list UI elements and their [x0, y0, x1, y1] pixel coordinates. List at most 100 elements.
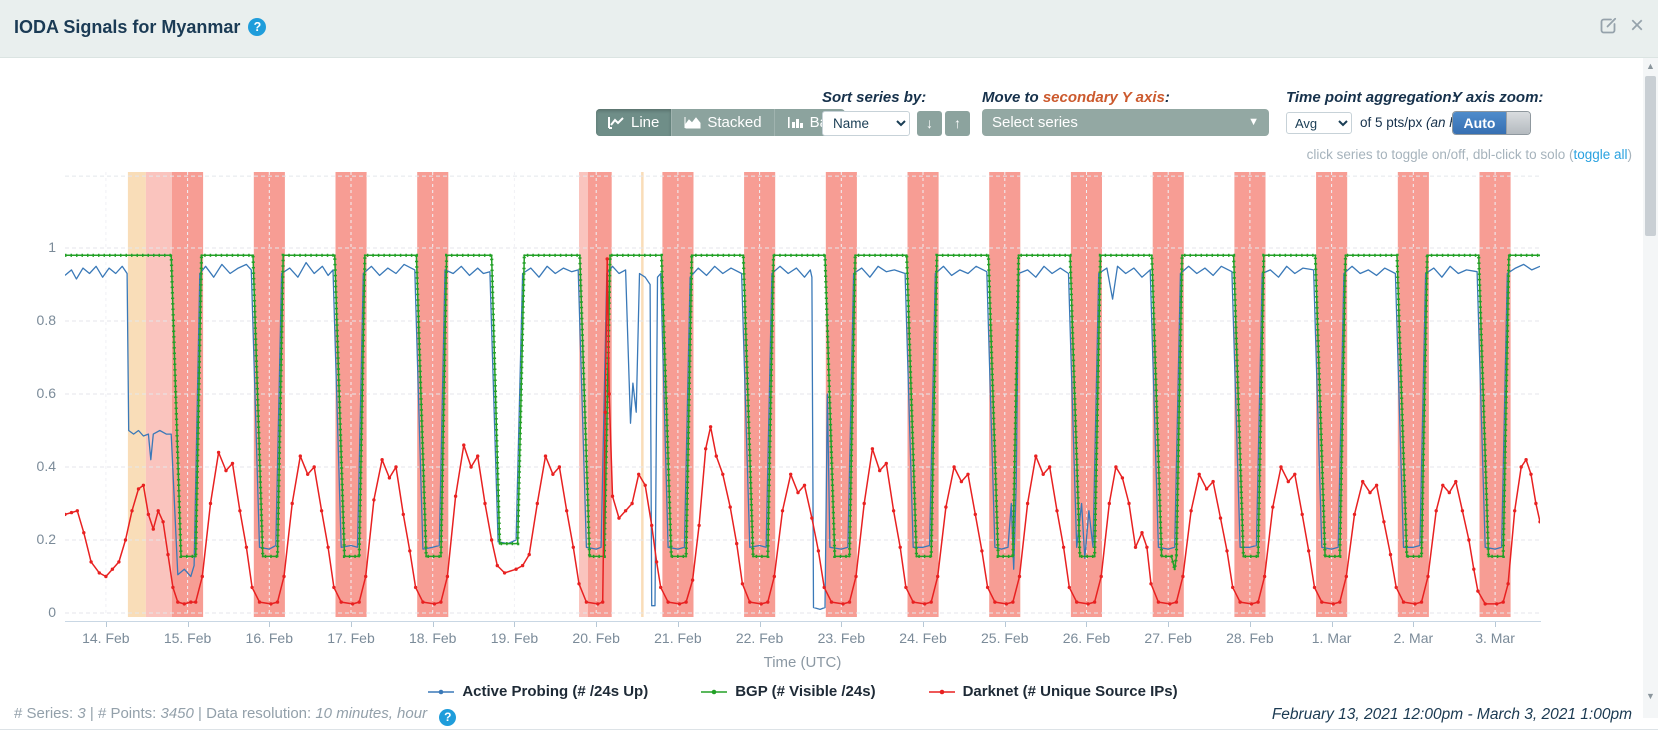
scrollbar-thumb[interactable]	[1645, 76, 1656, 236]
data-point-bgp	[334, 254, 336, 256]
data-point-bgp	[1233, 254, 1235, 256]
aggregation-select[interactable]: Avg	[1286, 112, 1352, 134]
data-point-darknet	[878, 469, 881, 472]
data-point-bgp	[415, 254, 417, 256]
data-point-bgp	[1344, 254, 1346, 256]
data-point-darknet	[161, 520, 164, 523]
select-series-dropdown[interactable]: Select series ▼	[982, 109, 1269, 136]
data-point-bgp	[1170, 555, 1172, 557]
data-point-bgp	[1181, 254, 1183, 256]
data-point-darknet	[1211, 480, 1214, 483]
data-point-darknet	[823, 586, 826, 589]
legend-item-darknet[interactable]: Darknet (# Unique Source IPs)	[928, 683, 1178, 700]
data-point-darknet	[76, 509, 79, 512]
data-point-darknet	[332, 586, 335, 589]
data-point-darknet	[803, 484, 806, 487]
edit-icon[interactable]	[1598, 16, 1618, 36]
data-point-darknet	[414, 586, 417, 589]
data-point-darknet	[152, 527, 155, 530]
data-point-darknet	[394, 465, 397, 468]
data-point-darknet	[892, 509, 895, 512]
y-axis-zoom-toggle[interactable]: Auto	[1452, 111, 1531, 135]
data-point-darknet	[209, 502, 212, 505]
data-point-darknet	[408, 549, 411, 552]
data-point-darknet	[572, 546, 575, 549]
data-point-bgp	[1339, 555, 1341, 557]
legend-marker-icon	[700, 687, 728, 697]
data-point-bgp	[343, 555, 345, 557]
data-point-darknet	[1168, 602, 1171, 605]
chart-type-line-button[interactable]: Line	[596, 109, 671, 136]
sort-series-select[interactable]: Name	[822, 111, 910, 136]
data-point-darknet	[810, 516, 813, 519]
data-point-darknet	[923, 602, 926, 605]
scrollbar-down-icon[interactable]: ▼	[1643, 688, 1658, 704]
data-point-darknet	[1263, 575, 1266, 578]
data-point-darknet	[1048, 465, 1051, 468]
data-point-bgp	[440, 555, 442, 557]
data-point-bgp	[685, 555, 687, 557]
data-point-darknet	[1320, 600, 1323, 603]
line-chart-icon	[608, 116, 625, 129]
data-point-darknet	[796, 491, 799, 494]
legend-label: Active Probing (# /24s Up)	[462, 683, 648, 700]
select-series-placeholder: Select series	[992, 114, 1078, 131]
data-point-darknet	[189, 600, 192, 603]
data-point-bgp	[1257, 555, 1259, 557]
data-point-darknet	[111, 568, 114, 571]
data-point-darknet	[936, 575, 939, 578]
data-point-darknet	[1534, 502, 1537, 505]
secondary-axis-label-suffix: :	[1165, 89, 1170, 106]
toggle-all-link[interactable]: toggle all	[1573, 147, 1627, 162]
data-point-darknet	[659, 586, 662, 589]
data-point-darknet	[258, 600, 261, 603]
y-tick-label: 0.6	[14, 385, 56, 401]
data-point-darknet	[299, 454, 302, 457]
stats-separator: |	[86, 705, 98, 722]
legend-item-active-probing[interactable]: Active Probing (# /24s Up)	[427, 683, 648, 700]
data-point-darknet	[166, 553, 169, 556]
signals-chart[interactable]	[65, 172, 1540, 617]
data-point-darknet	[306, 473, 309, 476]
data-point-darknet	[245, 546, 248, 549]
data-point-darknet	[183, 602, 186, 605]
data-point-bgp	[1420, 555, 1422, 557]
x-tick-mark	[1332, 622, 1333, 627]
data-point-darknet	[124, 538, 127, 541]
data-point-darknet	[551, 473, 554, 476]
data-point-bgp	[358, 555, 360, 557]
data-point-darknet	[1005, 602, 1008, 605]
vertical-scrollbar[interactable]: ▲ ▼	[1643, 58, 1658, 718]
data-point-bgp	[1099, 254, 1101, 256]
close-icon[interactable]: ×	[1630, 16, 1644, 36]
data-point-darknet	[358, 600, 361, 603]
data-point-darknet	[291, 502, 294, 505]
x-tick-mark	[1086, 622, 1087, 627]
resolution-help-icon[interactable]: ?	[439, 709, 456, 726]
data-point-darknet	[496, 564, 499, 567]
data-point-darknet	[276, 600, 279, 603]
legend-item-bgp[interactable]: BGP (# Visible /24s)	[700, 683, 875, 700]
data-point-bgp	[848, 555, 850, 557]
data-point-bgp	[195, 555, 197, 557]
data-point-darknet	[224, 469, 227, 472]
sort-ascending-button[interactable]: ↑	[945, 111, 970, 136]
data-point-darknet	[1026, 502, 1029, 505]
data-point-darknet	[899, 546, 902, 549]
ioda-signals-panel: IODA Signals for Myanmar? × Line Stacked	[0, 0, 1658, 735]
data-point-bgp	[499, 543, 501, 545]
x-axis-line	[65, 621, 1541, 622]
data-point-darknet	[766, 600, 769, 603]
data-point-bgp	[1151, 254, 1153, 256]
chart-type-stacked-button[interactable]: Stacked	[671, 109, 773, 136]
data-point-darknet	[439, 600, 442, 603]
data-point-darknet	[1205, 487, 1208, 490]
data-point-darknet	[364, 575, 367, 578]
data-point-darknet	[1231, 586, 1234, 589]
scrollbar-up-icon[interactable]: ▲	[1643, 58, 1658, 74]
title-help-icon[interactable]: ?	[248, 18, 266, 36]
data-point-darknet	[1175, 600, 1178, 603]
data-point-darknet	[960, 480, 963, 483]
data-point-bgp	[609, 254, 611, 256]
sort-descending-button[interactable]: ↓	[917, 111, 942, 136]
